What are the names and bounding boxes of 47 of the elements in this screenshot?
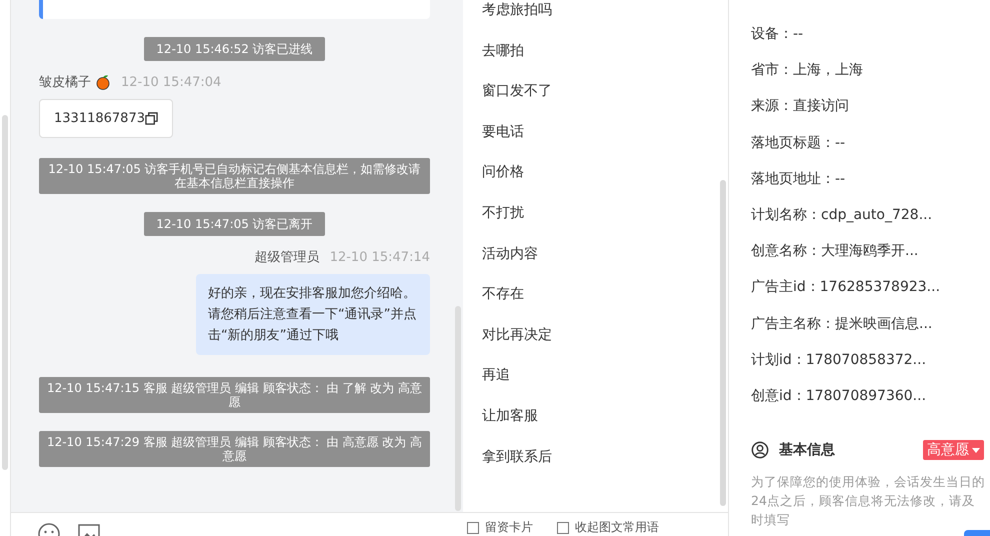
quick-reply-item[interactable]: 活动内容 (482, 242, 728, 284)
system-notice: 12-10 15:47:29 客服 超级管理员 编辑 顾客状态： 由 高意愿 改为 高意愿 (39, 431, 430, 467)
sender-name: 皱皮橘子 (39, 74, 91, 91)
info-field: 创意id：178070897360... (751, 386, 990, 422)
quick-reply-item[interactable]: 问价格 (482, 161, 728, 203)
quick-reply-item[interactable]: 窗口发不了 (482, 80, 728, 122)
sender-name: 超级管理员 (254, 249, 320, 266)
user-icon (751, 441, 769, 460)
info-field: 来源：直接访问 (751, 96, 990, 133)
system-notice: 12-10 15:46:52 访客已进线 (144, 37, 325, 61)
message-time: 12-10 15:47:14 (330, 250, 430, 264)
notice-text: 为了保障您的使用体验，会话发生当日的24点之后，顾客信息将无法修改，请及时填写 (751, 473, 986, 530)
info-field: 广告主id：176285378923... (751, 277, 990, 314)
message-text: 13311867873 (54, 110, 145, 128)
info-field: 创意名称：大理海鸥季开... (751, 241, 990, 278)
section-title: 基本信息 (779, 441, 836, 460)
info-field: 设备：-- (751, 24, 990, 60)
message-text: 好的亲，现在安排客服加您介绍哈。请您稍后注意查看一下“通讯录”并点击“新的朋友”通过下哦 (208, 285, 418, 345)
quick-reply-item[interactable]: 去哪拍 (482, 40, 728, 82)
checkbox-label[interactable]: 收起图文常用语 (575, 519, 659, 536)
checkbox[interactable] (467, 522, 479, 534)
info-field: 广告主名称：提米映画信息... (751, 314, 990, 350)
quick-reply-item[interactable]: 考虑旅拍吗 (482, 0, 728, 41)
fruit-icon (95, 74, 111, 90)
copy-icon[interactable] (144, 112, 158, 125)
info-field: 计划id：178070858372... (751, 350, 990, 386)
system-notice: 12-10 15:47:05 访客已离开 (144, 212, 325, 236)
quick-reply-item[interactable]: 不打扰 (482, 202, 728, 244)
caret-icon (972, 448, 980, 453)
message-time: 12-10 15:47:04 (121, 74, 222, 90)
quick-reply-item[interactable]: 对比再决定 (482, 324, 728, 366)
info-field: 落地页标题：-- (751, 132, 990, 169)
system-notice: 12-10 15:47:15 客服 超级管理员 编辑 顾客状态： 由 了解 改为 高意愿 (39, 377, 430, 413)
info-field: 省市：上海，上海 (751, 60, 990, 96)
info-field: 落地页地址：-- (751, 168, 990, 205)
scrollbar[interactable] (720, 180, 726, 506)
checkbox-label[interactable]: 留资卡片 (485, 519, 533, 536)
quick-reply-item[interactable]: 让加客服 (482, 404, 728, 447)
info-field: 计划名称：cdp_auto_728... (751, 204, 990, 242)
quick-reply-item[interactable]: 拿到联系后 (482, 446, 728, 488)
scrollbar[interactable] (455, 306, 461, 511)
checkbox[interactable] (557, 522, 569, 534)
quick-reply-item[interactable]: 再追 (482, 364, 728, 406)
quick-reply-item[interactable]: 不存在 (482, 283, 728, 325)
scrollbar[interactable] (2, 115, 8, 470)
system-notice: 12-10 15:47:05 访客手机号已自动标记右侧基本信息栏，如需修改请在基本信息栏直接操作 (39, 158, 430, 194)
quick-reply-item[interactable]: 要电话 (482, 120, 728, 162)
